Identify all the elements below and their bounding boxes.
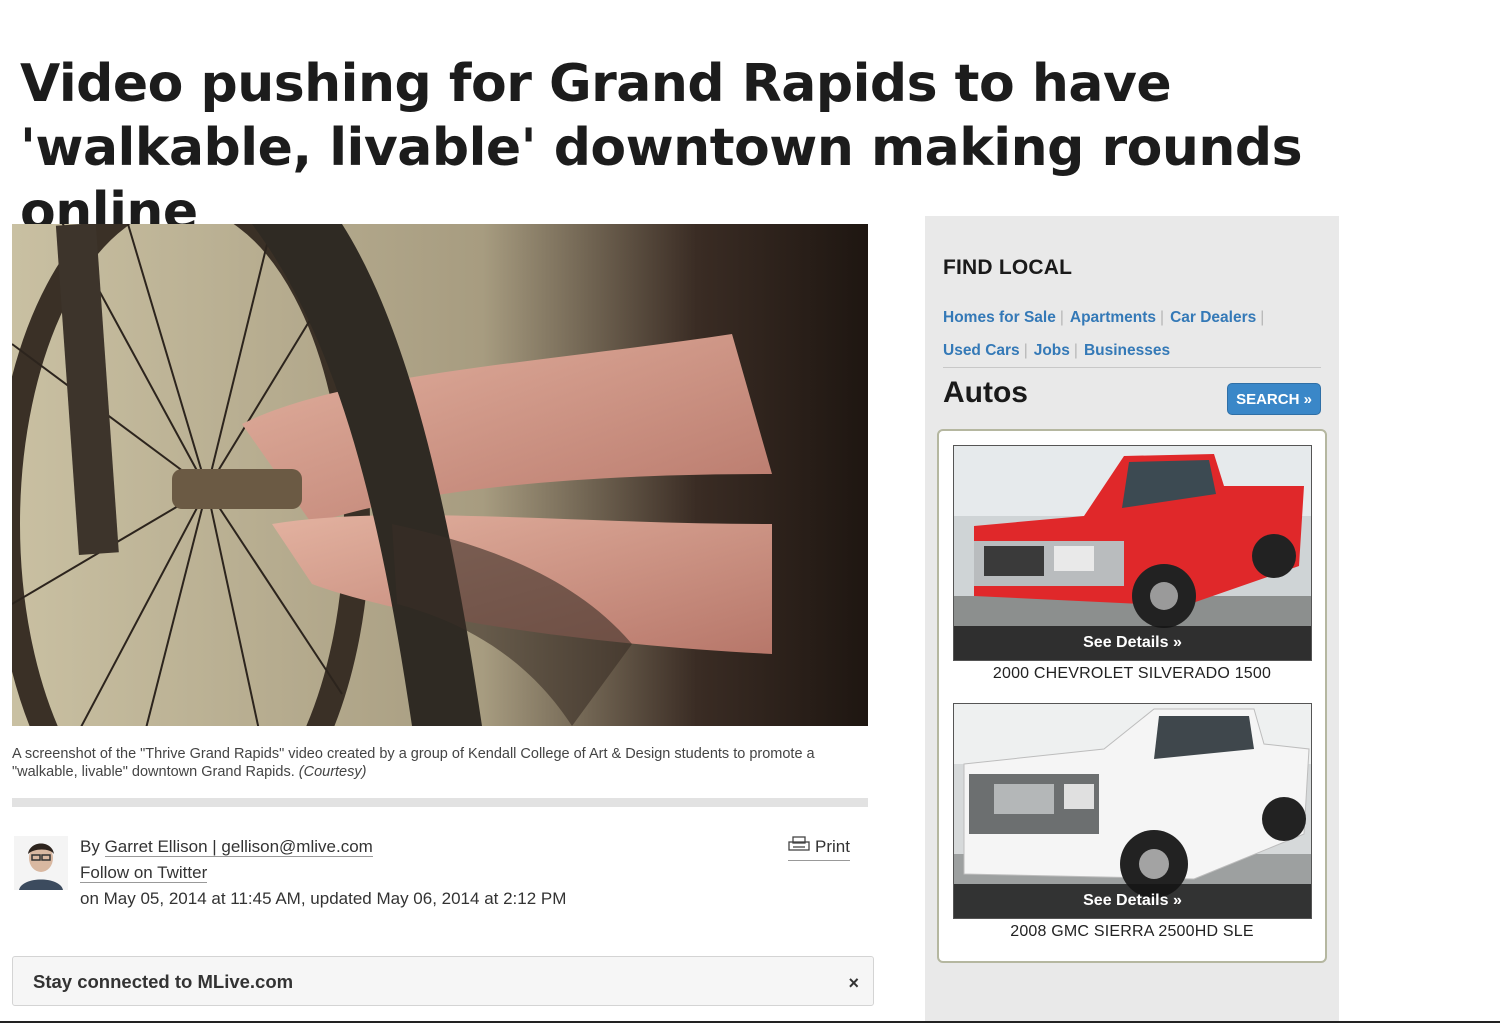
see-details-button[interactable]: See Details » <box>954 626 1311 660</box>
find-local-sidebar: FIND LOCAL Homes for Sale | Apartments | Car… <box>925 216 1339 1023</box>
link-separator: | <box>1059 309 1064 326</box>
stay-connected-label: Stay connected to MLive.com <box>33 971 294 992</box>
print-link[interactable]: Print <box>788 834 850 861</box>
caption-text: A screenshot of the "Thrive Grand Rapids… <box>12 746 815 780</box>
autos-listing-box: See Details » 2000 CHEVROLET SILVERADO 1… <box>937 429 1327 963</box>
link-separator: | <box>1073 342 1078 359</box>
caption-divider <box>12 798 868 807</box>
byline: By Garret Ellison | gellison@mlive.com F… <box>80 834 566 912</box>
close-icon[interactable]: × <box>848 973 859 994</box>
link-car-dealers[interactable]: Car Dealers <box>1170 309 1256 326</box>
autos-search-button[interactable]: SEARCH » <box>1227 383 1321 415</box>
autos-title: Autos <box>943 376 1028 409</box>
photo-caption: A screenshot of the "Thrive Grand Rapids… <box>12 745 862 781</box>
car-listing-image[interactable]: See Details » <box>953 445 1312 661</box>
stay-connected-bar[interactable]: Stay connected to MLive.com × <box>12 956 874 1006</box>
car-listing-image[interactable]: See Details » <box>953 703 1312 919</box>
print-label: Print <box>815 837 850 856</box>
link-homes-for-sale[interactable]: Homes for Sale <box>943 309 1056 326</box>
caption-credit: (Courtesy) <box>298 764 367 780</box>
link-jobs[interactable]: Jobs <box>1034 342 1070 359</box>
author-avatar <box>14 836 68 890</box>
article-photo[interactable] <box>12 224 868 726</box>
byline-prefix: By <box>80 837 105 856</box>
car-name[interactable]: 2008 GMC SIERRA 2500HD SLE <box>939 923 1325 941</box>
follow-twitter-link[interactable]: Follow on Twitter <box>80 863 208 883</box>
sidebar-divider <box>943 367 1321 368</box>
link-separator: | <box>1260 309 1265 326</box>
author-link[interactable]: Garret Ellison | gellison@mlive.com <box>104 837 373 857</box>
see-details-button[interactable]: See Details » <box>954 884 1311 918</box>
link-separator: | <box>1160 309 1165 326</box>
link-apartments[interactable]: Apartments <box>1070 309 1156 326</box>
link-separator: | <box>1023 342 1028 359</box>
find-local-links: Homes for Sale | Apartments | Car Dealers | U… <box>943 301 1323 367</box>
link-used-cars[interactable]: Used Cars <box>943 342 1020 359</box>
link-businesses[interactable]: Businesses <box>1084 342 1170 359</box>
publish-date: on May 05, 2014 at 11:45 AM, updated May… <box>80 889 567 908</box>
car-name[interactable]: 2000 CHEVROLET SILVERADO 1500 <box>939 665 1325 683</box>
find-local-title: FIND LOCAL <box>943 256 1073 279</box>
printer-icon <box>788 834 810 860</box>
